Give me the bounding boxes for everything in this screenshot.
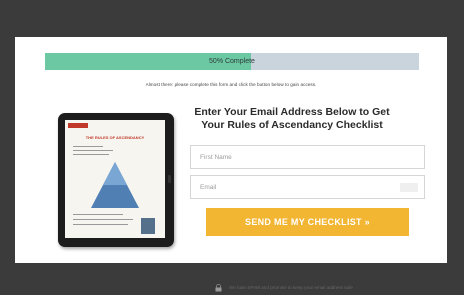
ebook-tablet-image: THE RULES OF ASCENDANCY	[58, 113, 174, 247]
tablet-home-button	[168, 175, 171, 183]
privacy-text: We hate SPAM and promise to keep your em…	[229, 285, 353, 290]
doc-title: THE RULES OF ASCENDANCY	[85, 135, 145, 140]
first-name-field[interactable]	[190, 145, 425, 169]
lock-icon	[215, 284, 222, 292]
doc-text-line	[73, 146, 103, 147]
privacy-note: We hate SPAM and promise to keep your em…	[215, 283, 415, 293]
doc-text-line	[73, 214, 123, 215]
doc-text-line	[73, 224, 128, 225]
doc-logo	[68, 123, 88, 128]
send-checklist-button[interactable]: SEND ME MY CHECKLIST »	[206, 208, 409, 236]
doc-text-line	[73, 154, 109, 155]
progress-label: 50% Complete	[209, 58, 255, 65]
tablet-screen: THE RULES OF ASCENDANCY	[65, 120, 165, 238]
autofill-icon	[400, 183, 418, 192]
instruction-text: Almost there: please complete this form …	[145, 82, 317, 87]
email-input[interactable]	[191, 176, 424, 199]
pyramid-graphic	[91, 162, 139, 208]
first-name-input[interactable]	[191, 146, 424, 169]
doc-author-photo	[141, 218, 155, 234]
doc-text-line	[73, 150, 113, 151]
email-field[interactable]	[190, 175, 425, 199]
doc-text-line	[73, 219, 133, 220]
progress-bar: 50% Complete	[45, 53, 419, 70]
optin-modal: 50% Complete Almost there: please comple…	[15, 37, 447, 292]
form-headline: Enter Your Email Address Below to Get Yo…	[194, 106, 390, 131]
